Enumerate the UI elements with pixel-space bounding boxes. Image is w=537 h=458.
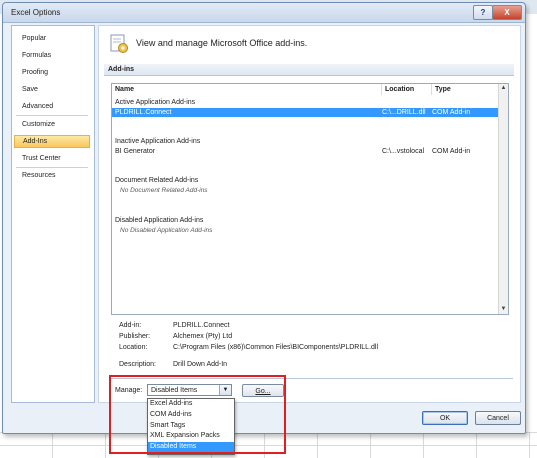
row-location: C:\...DRILL.dll [382,109,426,116]
manage-label: Manage: [115,387,143,394]
detail-label: Location: [119,344,148,351]
dropdown-option-com-add-ins[interactable]: COM Add-ins [148,410,234,421]
row-name: PLDRILL.Connect [115,109,172,116]
scroll-down-icon[interactable]: ▼ [499,305,508,314]
nav-item-popular[interactable]: Popular [14,32,90,45]
row-name: BI Generator [115,148,156,155]
window-title: Excel Options [11,8,61,17]
column-header-location[interactable]: Location [382,84,432,95]
nav-item-resources[interactable]: Resources [14,169,90,182]
page-title: View and manage Microsoft Office add-ins… [136,38,308,48]
nav-divider [16,115,88,116]
dropdown-option-excel-add-ins[interactable]: Excel Add-ins [148,399,234,410]
detail-value: Drill Down Add-In [173,361,228,368]
go-button-label: Go... [255,388,271,395]
table-row[interactable]: PLDRILL.Connect C:\...DRILL.dll COM Add-… [112,108,498,117]
column-header-name[interactable]: Name [112,84,382,95]
row-location: C:\...vstolocal [382,148,425,155]
ok-button[interactable]: OK [422,411,468,425]
detail-value: Alchemex (Pty) Ltd [173,333,233,340]
scroll-up-icon[interactable]: ▲ [499,84,508,93]
detail-label: Add-in: [119,322,142,329]
spreadsheet-background [0,432,537,458]
nav-item-add-ins[interactable]: Add-Ins [14,135,90,148]
manage-divider [111,378,513,379]
section-header-add-ins: Add-ins [104,64,514,76]
dropdown-option-smart-tags[interactable]: Smart Tags [148,421,234,432]
row-type: COM Add-in [432,148,471,155]
add-ins-panel: View and manage Microsoft Office add-ins… [98,25,521,403]
group-title-inactive: Inactive Application Add-ins [115,138,201,145]
close-button[interactable]: X [492,5,522,20]
group-title-active: Active Application Add-ins [115,99,196,106]
manage-dropdown-list[interactable]: Excel Add-ins COM Add-ins Smart Tags XML… [147,398,235,455]
category-nav: Popular Formulas Proofing Save Advanced … [11,25,95,403]
go-button[interactable]: Go... [242,384,284,397]
nav-item-formulas[interactable]: Formulas [14,49,90,62]
manage-select[interactable]: Disabled Items ▼ [147,384,232,396]
excel-options-dialog: Excel Options ? X Popular Formulas Proof… [2,2,526,434]
help-button[interactable]: ? [473,5,493,20]
detail-value: C:\Program Files (x86)\Common Files\BICo… [173,344,379,351]
column-header-type[interactable]: Type [432,84,499,95]
row-type: COM Add-in [432,109,471,116]
list-scrollbar[interactable]: ▲ ▼ [498,84,508,314]
dropdown-option-xml-expansion-packs[interactable]: XML Expansion Packs [148,431,234,442]
table-row[interactable]: BI Generator C:\...vstolocal COM Add-in [112,147,498,156]
nav-item-trust-center[interactable]: Trust Center [14,152,90,165]
detail-label: Publisher: [119,333,151,340]
nav-item-advanced[interactable]: Advanced [14,100,90,113]
nav-item-proofing[interactable]: Proofing [14,66,90,79]
detail-label: Description: [119,361,156,368]
empty-group-text: No Disabled Application Add-ins [120,227,213,234]
manage-selected-value: Disabled Items [151,387,198,394]
add-ins-gear-icon [110,34,128,53]
title-bar: Excel Options ? X [3,3,525,23]
detail-value: PLDRILL.Connect [173,322,230,329]
nav-divider [16,167,88,168]
add-ins-list[interactable]: Name Location Type Active Application Ad… [111,83,509,315]
nav-item-customize[interactable]: Customize [14,118,90,131]
group-title-document: Document Related Add-ins [115,177,199,184]
group-title-disabled: Disabled Application Add-ins [115,217,204,224]
dropdown-option-disabled-items[interactable]: Disabled Items [148,442,234,453]
nav-item-save[interactable]: Save [14,83,90,96]
empty-group-text: No Document Related Add-ins [120,187,208,194]
cancel-button[interactable]: Cancel [475,411,521,425]
chevron-down-icon[interactable]: ▼ [219,385,231,395]
